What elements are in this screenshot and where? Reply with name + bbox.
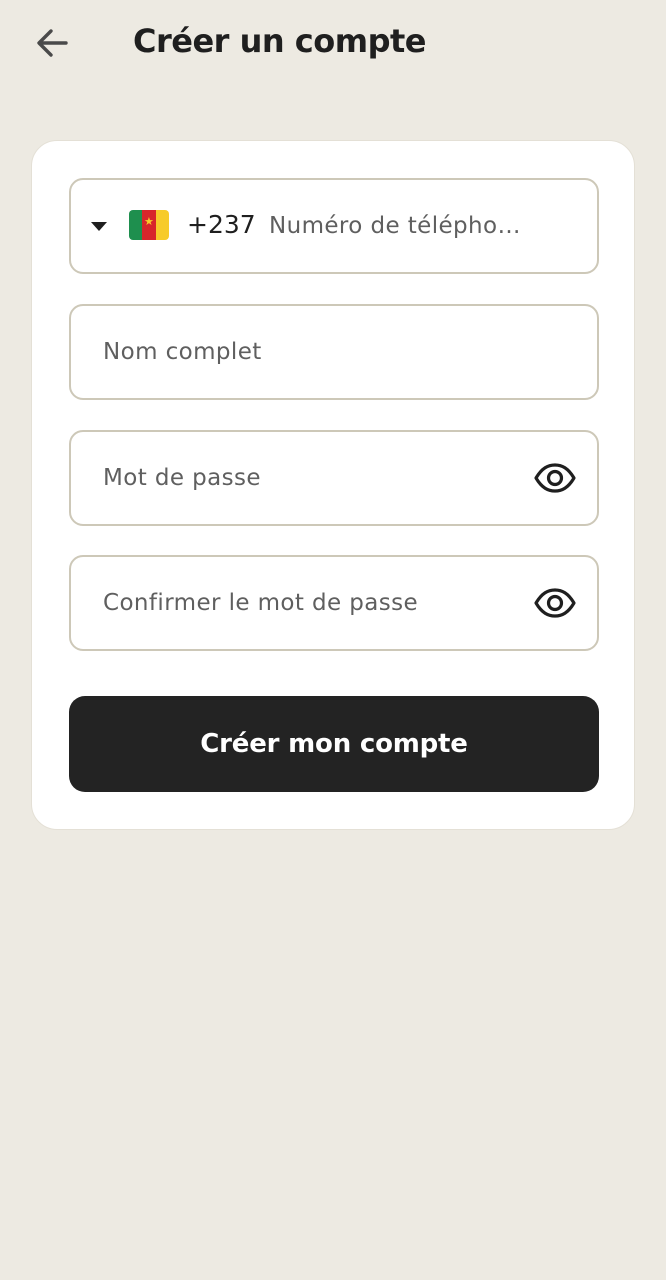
phone-field[interactable]: ★ +237	[69, 178, 599, 274]
full-name-input[interactable]	[103, 306, 563, 398]
password-visibility-toggle[interactable]	[533, 458, 577, 498]
confirm-password-field[interactable]	[69, 555, 599, 651]
page-title: Créer un compte	[133, 22, 427, 60]
confirm-password-input[interactable]	[103, 557, 513, 649]
arrow-left-icon	[37, 29, 68, 57]
app-bar: Créer un compte	[0, 0, 666, 88]
eye-icon	[534, 463, 576, 493]
country-dropdown-caret-icon[interactable]	[91, 222, 107, 231]
password-field[interactable]	[69, 430, 599, 526]
signup-card: ★ +237 Créer mon compte	[31, 140, 635, 830]
password-input[interactable]	[103, 432, 513, 524]
create-account-button[interactable]: Créer mon compte	[69, 696, 599, 792]
phone-number-input[interactable]	[269, 180, 539, 272]
create-account-label: Créer mon compte	[200, 729, 468, 759]
full-name-field[interactable]	[69, 304, 599, 400]
back-button[interactable]	[26, 20, 78, 66]
dial-code: +237	[187, 210, 256, 239]
cameroon-flag-icon[interactable]: ★	[129, 210, 169, 240]
eye-icon	[534, 588, 576, 618]
confirm-password-visibility-toggle[interactable]	[533, 583, 577, 623]
